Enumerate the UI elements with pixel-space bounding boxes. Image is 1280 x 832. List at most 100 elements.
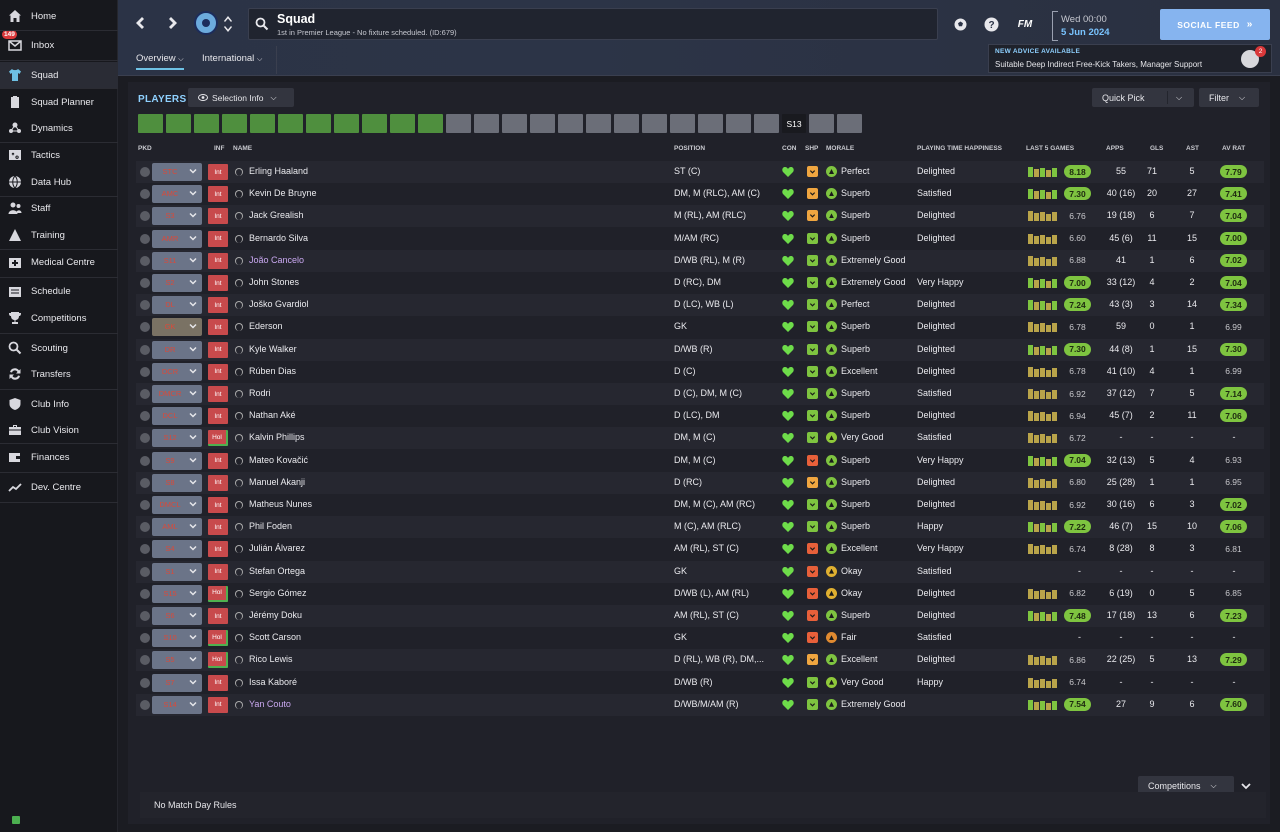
pick-toggle[interactable] <box>140 477 150 488</box>
player-name[interactable]: Bernardo Silva <box>249 233 308 243</box>
selection-chip[interactable] <box>698 114 723 133</box>
pick-toggle[interactable] <box>140 522 150 533</box>
player-name[interactable]: Jack Grealish <box>249 210 304 220</box>
table-row[interactable]: S6 Int Jérémy Doku AM (RL), ST (C) Superb Del… <box>136 605 1264 627</box>
pick-toggle[interactable] <box>140 655 150 666</box>
col-inf[interactable]: INF <box>214 145 224 152</box>
sidebar-item-tactics[interactable]: Tactics <box>0 142 118 168</box>
pick-toggle[interactable] <box>140 366 150 377</box>
selection-chip[interactable] <box>166 114 191 133</box>
table-row[interactable]: S5 Hol Rico Lewis D (RL), WB (R), DM,... Exc… <box>136 649 1264 672</box>
table-row[interactable]: DCR Int Rúben Dias D (C) Excellent Delighted 6… <box>136 361 1264 383</box>
selection-chip[interactable] <box>642 114 667 133</box>
selection-chip[interactable] <box>614 114 639 133</box>
tab-international[interactable]: International ⌵ <box>202 53 262 64</box>
table-row[interactable]: S9 Int Mateo Kovačić DM, M (C) Superb Very Ha… <box>136 450 1264 472</box>
player-name[interactable]: John Stones <box>249 277 299 287</box>
advice-panel[interactable]: NEW ADVICE AVAILABLE Suitable Deep Indir… <box>988 44 1272 73</box>
table-row[interactable]: S8 Int Manuel Akanji D (RC) Superb Delighted 6… <box>136 471 1264 494</box>
pick-toggle[interactable] <box>140 278 150 288</box>
table-row[interactable]: S2 Int John Stones D (RC), DM Extremely Good… <box>136 272 1264 294</box>
selection-chip[interactable] <box>754 114 779 133</box>
col-apps[interactable]: APPS <box>1106 145 1124 152</box>
sidebar-item-transfers[interactable]: Transfers <box>0 361 118 387</box>
player-name[interactable]: Jérémy Doku <box>249 610 302 620</box>
sidebar-item-home[interactable]: Home <box>0 3 118 29</box>
pick-toggle[interactable] <box>140 433 150 444</box>
table-row[interactable]: DR Int Kyle Walker D/WB (R) Superb Delighted 7… <box>136 338 1264 361</box>
selection-chip[interactable] <box>809 114 834 133</box>
selection-chip[interactable] <box>837 114 862 133</box>
selection-chip[interactable] <box>194 114 219 133</box>
player-name[interactable]: Ederson <box>249 321 283 331</box>
selection-chip[interactable] <box>222 114 247 133</box>
quick-pick-button[interactable]: Quick Pick ⌵ <box>1092 88 1194 107</box>
pick-toggle[interactable] <box>140 167 150 177</box>
sidebar-item-club-vision[interactable]: Club Vision <box>0 417 118 443</box>
selection-chip[interactable] <box>418 114 443 133</box>
sidebar-item-schedule[interactable]: Schedule <box>0 278 118 304</box>
player-name[interactable]: Julián Álvarez <box>249 543 305 553</box>
table-row[interactable]: AMC Int Kevin De Bruyne DM, M (RLC), AM (C)… <box>136 183 1264 205</box>
player-name[interactable]: Stefan Ortega <box>249 566 305 576</box>
player-name[interactable]: Scott Carson <box>249 632 301 642</box>
player-name[interactable]: Kyle Walker <box>249 344 297 354</box>
social-feed-button[interactable]: SOCIAL FEED » <box>1160 9 1270 40</box>
football-button[interactable] <box>953 17 967 31</box>
selection-chip[interactable] <box>446 114 471 133</box>
player-name[interactable]: João Cancelo <box>249 255 304 265</box>
tab-overview[interactable]: Overview ⌵ <box>136 53 184 70</box>
col-position[interactable]: POSITION <box>674 145 705 152</box>
table-row[interactable]: S12 Hol Kalvin Phillips DM, M (C) Very Good S… <box>136 427 1264 450</box>
sidebar-item-club-info[interactable]: Club Info <box>0 391 118 417</box>
pick-toggle[interactable] <box>140 300 150 311</box>
player-name[interactable]: Nathan Aké <box>249 410 296 420</box>
player-name[interactable]: Matheus Nunes <box>249 499 312 509</box>
selection-chip-selected[interactable]: S13 <box>782 114 806 133</box>
table-row[interactable]: S1 Int Stefan Ortega GK Okay Satisfied - - - - - <box>136 560 1264 583</box>
selection-chip[interactable] <box>278 114 303 133</box>
table-row[interactable]: S4 Int Julián Álvarez AM (RL), ST (C) Excell… <box>136 538 1264 560</box>
status-indicator[interactable] <box>12 816 20 824</box>
pick-toggle[interactable] <box>140 611 150 621</box>
player-name[interactable]: Kalvin Phillips <box>249 432 305 442</box>
sidebar-item-inbox[interactable]: Inbox 149 <box>0 30 118 58</box>
pick-toggle[interactable] <box>140 189 150 200</box>
selection-chip[interactable] <box>530 114 555 133</box>
selection-chip[interactable] <box>726 114 751 133</box>
pick-toggle[interactable] <box>140 211 150 222</box>
selection-chip[interactable] <box>586 114 611 133</box>
col-playing-time-happiness[interactable]: PLAYING TIME HAPPINESS <box>917 145 1002 152</box>
table-row[interactable]: S14 Int Yan Couto D/WB/M/AM (R) Extremely Go… <box>136 693 1264 716</box>
player-name[interactable]: Mateo Kovačić <box>249 455 308 465</box>
filter-button[interactable]: Filter ⌵ <box>1199 88 1259 107</box>
club-switch-button[interactable] <box>222 13 234 35</box>
player-name[interactable]: Issa Kaboré <box>249 677 297 687</box>
player-name[interactable]: Rúben Dias <box>249 366 296 376</box>
player-name[interactable]: Kevin De Bruyne <box>249 188 317 198</box>
sidebar-item-competitions[interactable]: Competitions <box>0 305 118 331</box>
table-row[interactable]: GK Int Ederson GK Superb Delighted 6.78 59 0 1 6.9… <box>136 316 1264 338</box>
forward-button[interactable] <box>165 15 181 31</box>
player-name[interactable]: Rico Lewis <box>249 654 293 664</box>
selection-chip[interactable] <box>362 114 387 133</box>
col-ast[interactable]: AST <box>1186 145 1199 152</box>
pick-toggle[interactable] <box>140 389 150 399</box>
sidebar-item-finances[interactable]: Finances <box>0 444 118 470</box>
table-row[interactable]: S11 Int João Cancelo D/WB (RL), M (R) Extrem… <box>136 249 1264 272</box>
pick-toggle[interactable] <box>140 344 150 355</box>
date-box[interactable]: Wed 00:00 5 Jun 2024 <box>1048 8 1148 42</box>
col-pkd[interactable]: PKD <box>138 145 152 152</box>
pick-toggle[interactable] <box>140 322 150 333</box>
selection-chip[interactable] <box>502 114 527 133</box>
selection-chip[interactable] <box>558 114 583 133</box>
player-name[interactable]: Phil Foden <box>249 521 292 531</box>
pick-toggle[interactable] <box>140 677 150 688</box>
pick-toggle[interactable] <box>140 633 150 644</box>
sidebar-item-squad[interactable]: Squad <box>0 62 118 88</box>
sidebar-item-data-hub[interactable]: Data Hub <box>0 169 118 195</box>
player-name[interactable]: Joško Gvardiol <box>249 299 309 309</box>
table-row[interactable]: S7 Int Issa Kaboré D/WB (R) Very Good Happy 6.… <box>136 672 1264 694</box>
sidebar-item-staff[interactable]: Staff <box>0 195 118 221</box>
pick-toggle[interactable] <box>140 588 150 599</box>
